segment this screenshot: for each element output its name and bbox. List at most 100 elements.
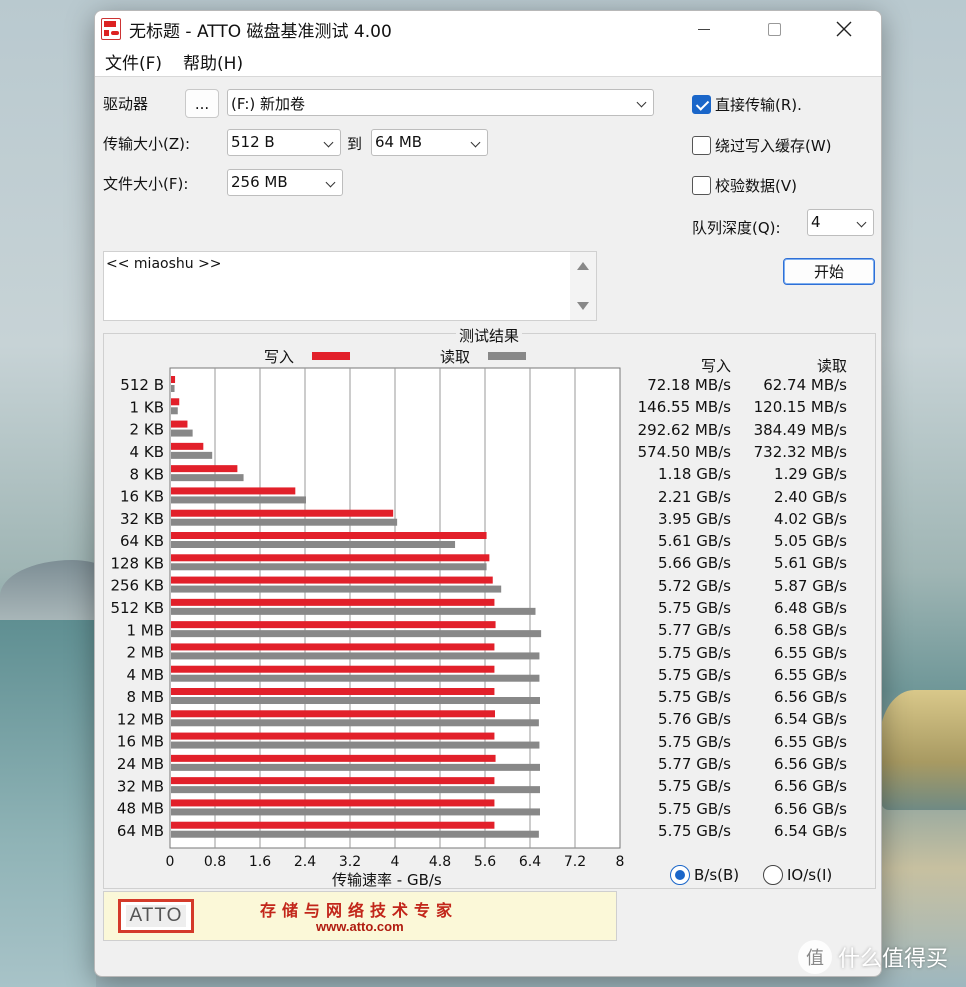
drive-select[interactable]: (F:) 新加卷 xyxy=(227,89,654,116)
read-value: 6.56 GB/s xyxy=(774,688,847,707)
write-value: 5.72 GB/s xyxy=(658,576,731,595)
atto-banner[interactable]: ATTO 存储与网络技术专家 www.atto.com xyxy=(103,891,617,941)
read-bar xyxy=(171,719,539,727)
read-value: 6.54 GB/s xyxy=(774,710,847,729)
file-size-value: 256 MB xyxy=(231,173,288,191)
read-value: 6.56 GB/s xyxy=(774,799,847,818)
y-tick-label: 4 KB xyxy=(130,443,164,461)
read-bar xyxy=(171,541,456,548)
write-value: 5.75 GB/s xyxy=(658,643,731,662)
read-value: 5.05 GB/s xyxy=(774,532,847,551)
read-bar xyxy=(171,630,542,638)
read-value: 120.15 MB/s xyxy=(753,398,847,417)
title-bar[interactable]: 无标题 - ATTO 磁盘基准测试 4.00 xyxy=(95,11,881,47)
queue-depth-label: 队列深度(Q): xyxy=(692,219,781,237)
y-tick-label: 12 MB xyxy=(117,710,164,728)
write-bar xyxy=(171,554,490,562)
column-header-read: 读取 xyxy=(816,357,847,375)
read-value: 4.02 GB/s xyxy=(774,509,847,528)
read-value: 1.29 GB/s xyxy=(774,465,847,484)
read-bar xyxy=(171,808,540,816)
start-button[interactable]: 开始 xyxy=(783,258,875,285)
description-box[interactable]: << miaoshu >> xyxy=(103,251,597,321)
bypass-cache-checkbox[interactable]: 绕过写入缓存(W) xyxy=(692,135,832,156)
read-value: 6.48 GB/s xyxy=(774,599,847,617)
write-bar xyxy=(171,665,495,673)
y-tick-label: 32 MB xyxy=(117,777,164,795)
queue-depth-select[interactable]: 4 xyxy=(807,209,874,236)
menu-help[interactable]: 帮助(H) xyxy=(173,49,253,74)
x-tick-label: 2.4 xyxy=(294,854,316,870)
main-panel: 驱动器 ... (F:) 新加卷 传输大小(Z): 512 B 到 64 MB … xyxy=(95,77,881,976)
y-tick-label: 16 MB xyxy=(117,733,164,751)
description-scrollbar[interactable] xyxy=(570,252,596,320)
write-bar xyxy=(171,710,495,718)
write-value: 5.75 GB/s xyxy=(658,799,731,818)
scroll-down-icon[interactable] xyxy=(577,302,589,310)
y-tick-label: 512 B xyxy=(120,376,164,394)
transfer-to-select[interactable]: 64 MB xyxy=(371,129,488,156)
write-bar xyxy=(171,398,180,406)
write-bar xyxy=(171,643,495,651)
watermark-logo-icon: 值 xyxy=(798,940,832,974)
file-size-select[interactable]: 256 MB xyxy=(227,169,343,196)
background-water xyxy=(0,620,96,987)
write-bar xyxy=(171,799,495,807)
radio-icon xyxy=(763,865,783,885)
y-tick-label: 256 KB xyxy=(110,577,164,595)
read-value: 6.58 GB/s xyxy=(774,621,847,640)
y-tick-label: 32 KB xyxy=(120,510,164,528)
transfer-from-select[interactable]: 512 B xyxy=(227,129,341,156)
write-value: 1.18 GB/s xyxy=(658,465,731,484)
drive-browse-button[interactable]: ... xyxy=(185,89,219,118)
y-tick-label: 2 MB xyxy=(126,644,164,662)
read-value: 2.40 GB/s xyxy=(774,487,847,506)
x-tick-label: 3.2 xyxy=(339,854,361,870)
close-button[interactable] xyxy=(815,11,873,47)
read-bar xyxy=(171,607,536,615)
x-axis-title: 传输速率 - GB/s xyxy=(332,871,442,889)
write-value: 72.18 MB/s xyxy=(647,376,731,395)
unit-bytes-label: B/s(B) xyxy=(694,866,740,884)
x-tick-label: 8 xyxy=(616,854,624,870)
unit-io-radio[interactable]: IO/s(I) xyxy=(763,865,832,885)
scroll-up-icon[interactable] xyxy=(577,262,589,270)
write-bar xyxy=(171,487,296,495)
background-grass xyxy=(880,690,966,810)
write-bar xyxy=(171,442,204,450)
unit-bytes-radio[interactable]: B/s(B) xyxy=(670,865,739,885)
y-tick-label: 16 KB xyxy=(120,488,164,506)
transfer-to-value: 64 MB xyxy=(375,133,423,151)
banner-url[interactable]: www.atto.com xyxy=(316,919,404,934)
read-value: 6.54 GB/s xyxy=(774,821,847,840)
maximize-icon xyxy=(767,22,781,36)
y-tick-label: 24 MB xyxy=(117,755,164,773)
menu-file[interactable]: 文件(F) xyxy=(95,49,172,74)
unit-io-label: IO/s(I) xyxy=(787,866,833,884)
read-bar xyxy=(171,496,306,504)
atto-logo: ATTO xyxy=(118,899,194,933)
description-text: << miaoshu >> xyxy=(106,256,222,272)
write-bar xyxy=(171,509,394,517)
transfer-to-label: 到 xyxy=(347,135,363,153)
minimize-button[interactable] xyxy=(675,11,733,47)
direct-io-checkbox[interactable]: 直接传输(R). xyxy=(692,94,802,115)
chevron-down-icon xyxy=(636,97,647,108)
x-tick-label: 7.2 xyxy=(564,854,586,870)
maximize-button[interactable] xyxy=(745,11,803,47)
read-bar xyxy=(171,763,540,771)
write-bar xyxy=(171,598,495,606)
write-bar xyxy=(171,754,496,762)
y-tick-label: 64 KB xyxy=(120,532,164,550)
window-title: 无标题 - ATTO 磁盘基准测试 4.00 xyxy=(129,21,392,42)
write-bar xyxy=(171,376,176,383)
write-value: 5.75 GB/s xyxy=(658,821,731,840)
write-value: 5.76 GB/s xyxy=(658,710,731,729)
verify-data-checkbox[interactable]: 校验数据(V) xyxy=(692,175,797,196)
atto-app-icon xyxy=(101,18,121,40)
read-bar xyxy=(171,563,487,571)
transfer-rate-chart: 0 0.8 1.6 2.4 3.2 4 4.8 5.6 6.4 7.2 8 512 B 1 KB 2 KB… xyxy=(110,367,624,870)
read-bar xyxy=(171,451,213,459)
y-tick-label: 4 MB xyxy=(126,666,164,684)
read-value: 5.87 GB/s xyxy=(774,576,847,595)
